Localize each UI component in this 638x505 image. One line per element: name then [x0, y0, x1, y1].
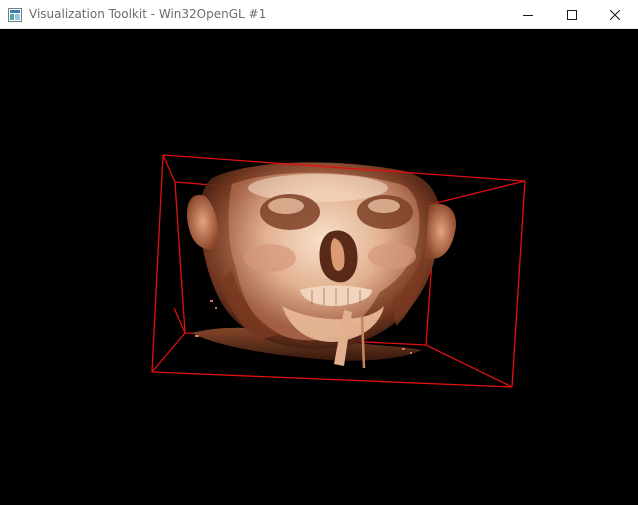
window-title: Visualization Toolkit - Win32OpenGL #1: [29, 7, 267, 21]
maximize-icon: [567, 5, 577, 24]
maximize-button[interactable]: [549, 0, 595, 29]
vtk-render-window: Visualization Toolkit - Win32OpenGL #1: [0, 0, 638, 505]
volume-render-scene: [151, 154, 526, 388]
title-bar[interactable]: Visualization Toolkit - Win32OpenGL #1: [0, 0, 638, 29]
close-button[interactable]: [592, 0, 638, 29]
vtk-window-icon: [8, 7, 22, 22]
close-icon: [609, 5, 621, 24]
minimize-button[interactable]: [505, 0, 551, 29]
minimize-icon: [523, 5, 533, 24]
render-viewport[interactable]: [0, 29, 638, 505]
volume-rendered-head: [186, 162, 457, 369]
